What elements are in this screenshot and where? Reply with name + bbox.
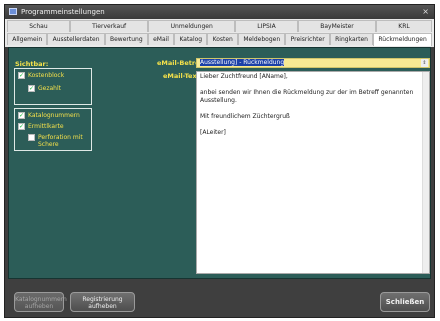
tab-strip: Schau Tierverkauf Unmeldungen LIPSIA Bay…: [5, 19, 434, 47]
registrierung-aufheben-button[interactable]: Registrierung aufheben: [70, 292, 135, 312]
cost-group: ✓ Kostenblock ✓ Gezahlt: [14, 68, 92, 105]
kostenblock-label: Kostenblock: [28, 72, 65, 79]
text-line: Mit freundlichem Züchtergruß: [200, 113, 290, 120]
email-subject-field[interactable]: Ausstellung] - Rückmeldung ⇕: [196, 58, 430, 68]
close-icon[interactable]: ×: [422, 5, 429, 19]
tab-krl[interactable]: KRL: [376, 20, 432, 32]
tab-tierverkauf[interactable]: Tierverkauf: [69, 20, 149, 32]
tab-allgemein[interactable]: Allgemein: [7, 33, 48, 45]
perforation-label: Perforation mit Schere: [38, 134, 83, 148]
text-line: anbei senden wir Ihnen die Rückmeldung z…: [200, 89, 414, 104]
gezahlt-label: Gezahlt: [38, 85, 61, 92]
perforation-checkbox[interactable]: [28, 134, 35, 141]
gezahlt-checkbox[interactable]: ✓: [28, 85, 35, 92]
text-line: [200, 121, 426, 129]
katalognummern-label: Katalognummern: [28, 112, 80, 119]
stepper-icon[interactable]: ⇕: [421, 59, 428, 67]
title-bar: Programmeinstellungen ×: [5, 5, 434, 19]
ermittlkarte-checkbox[interactable]: ✓: [18, 123, 25, 130]
settings-window: Programmeinstellungen × Schau Tierverkau…: [4, 4, 435, 318]
tab-bewertung[interactable]: Bewertung: [104, 33, 148, 45]
tab-kosten[interactable]: Kosten: [207, 33, 239, 45]
close-button[interactable]: Schließen: [380, 292, 430, 312]
app-icon: [9, 8, 17, 15]
tab-schau[interactable]: Schau: [7, 20, 70, 32]
tab-row-top: Schau Tierverkauf Unmeldungen LIPSIA Bay…: [7, 20, 432, 32]
email-text-area[interactable]: Lieber Zuchtfreund [AName], anbei senden…: [196, 71, 430, 274]
text-line: [200, 105, 426, 113]
tab-ausstellerdaten[interactable]: Ausstellerdaten: [47, 33, 105, 45]
tab-lipsia[interactable]: LIPSIA: [235, 20, 298, 32]
tab-email[interactable]: eMail: [147, 33, 175, 45]
tab-meldebogen[interactable]: Meldebogen: [238, 33, 286, 45]
tab-katalog[interactable]: Katalog: [174, 33, 208, 45]
textarea-scrollbar[interactable]: [422, 72, 429, 273]
tab-baymeister[interactable]: BayMeister: [297, 20, 377, 32]
text-line: [ALeiter]: [200, 129, 226, 136]
katalognummern-aufheben-button[interactable]: Katalognummern aufheben: [14, 292, 67, 312]
tab-ringkarten[interactable]: Ringkarten: [329, 33, 374, 45]
tab-row-bottom: Allgemein Ausstellerdaten Bewertung eMai…: [7, 33, 433, 46]
katalognummern-checkbox[interactable]: ✓: [18, 112, 25, 119]
tab-rueckmeldungen[interactable]: Rückmeldungen: [373, 33, 433, 46]
tab-unmeldungen[interactable]: Unmeldungen: [148, 20, 236, 32]
subject-value: Ausstellung] - Rückmeldung: [200, 59, 285, 66]
text-line: Lieber Zuchtfreund [AName],: [200, 73, 288, 80]
rueckmeldungen-panel: Sichtbar: ✓ Kostenblock ✓ Gezahlt ✓ Kata…: [8, 47, 431, 279]
text-line: [200, 81, 426, 89]
ermittlkarte-label: Ermittlkarte: [28, 123, 64, 130]
tab-preisrichter[interactable]: Preisrichter: [285, 33, 330, 45]
catalog-group: ✓ Katalognummern ✓ Ermittlkarte Perforat…: [14, 108, 92, 151]
kostenblock-checkbox[interactable]: ✓: [18, 72, 25, 79]
window-title: Programmeinstellungen: [21, 8, 105, 16]
visible-label: Sichtbar:: [15, 60, 49, 68]
